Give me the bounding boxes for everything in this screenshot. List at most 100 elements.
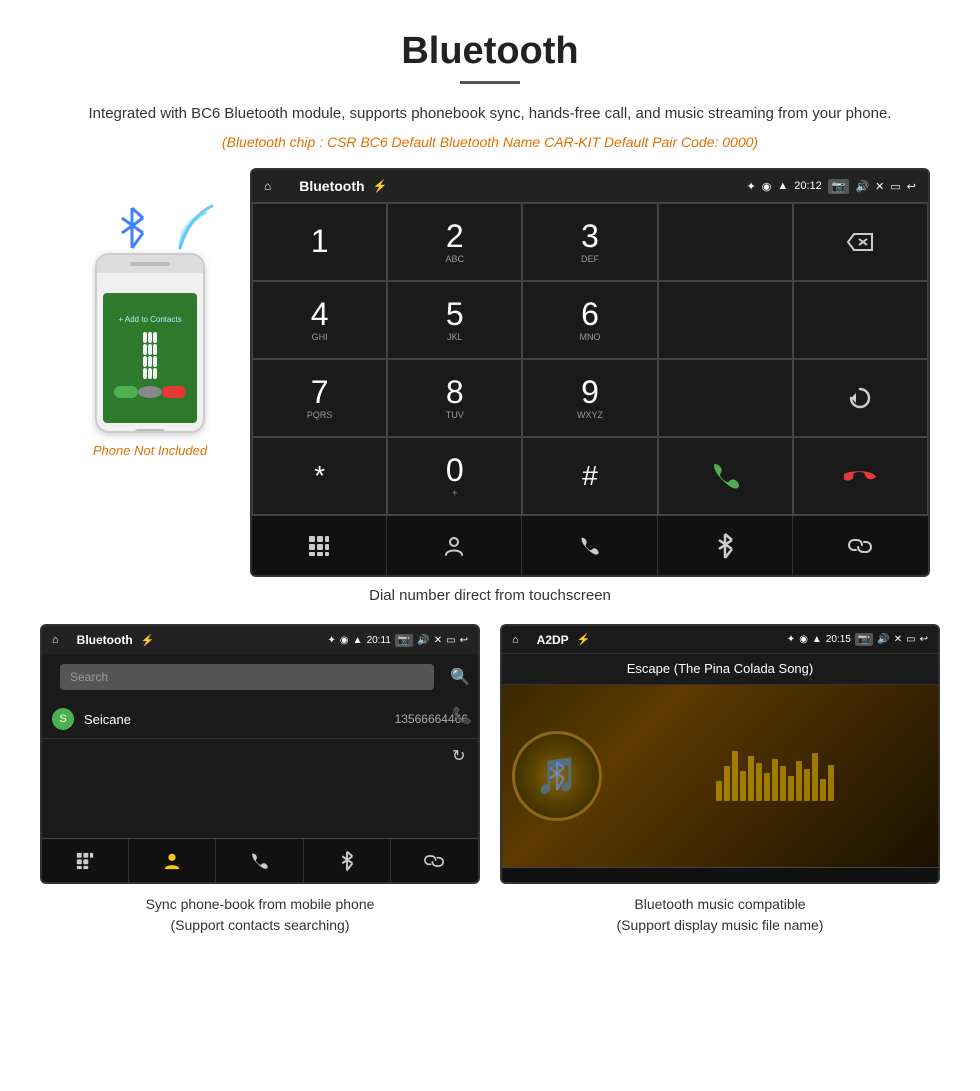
description: Integrated with BC6 Bluetooth module, su…	[0, 102, 980, 126]
refresh-icon	[846, 384, 874, 412]
key-backspace[interactable]	[793, 203, 928, 281]
grid-icon	[308, 535, 330, 557]
music-frame: ⌂ A2DP ⚡ ✦ ◉ ▲ 20:15 📷 🔊 ✕ ▭ ↩ E	[500, 624, 940, 884]
bluetooth-icon-large	[115, 203, 150, 253]
statusbar-left: ⌂ Bluetooth ⚡	[264, 178, 388, 194]
key-8[interactable]: 8TUV	[387, 359, 522, 437]
specs-line: (Bluetooth chip : CSR BC6 Default Blueto…	[0, 134, 980, 150]
key-4[interactable]: 4GHI	[252, 281, 387, 359]
key-empty-2	[658, 281, 793, 359]
pb-toolbar-phone[interactable]	[216, 839, 303, 882]
add-contacts-label: + Add to Contacts	[118, 315, 181, 324]
music-home-icon: ⌂	[512, 634, 519, 646]
pb-toolbar-grid[interactable]	[42, 839, 129, 882]
bluetooth-toolbar-icon	[716, 533, 734, 559]
person-icon	[443, 535, 465, 557]
pb-grid-icon	[76, 852, 94, 870]
link-icon	[848, 534, 872, 558]
phone-key-1: 1	[143, 332, 147, 343]
dialpad-statusbar: ⌂ Bluetooth ⚡ ✦ ◉ ▲ 20:12 📷 🔊 ✕ ▭ ↩	[252, 170, 928, 202]
key-empty-4	[658, 359, 793, 437]
toolbar-link-btn[interactable]	[793, 516, 928, 575]
pb-search-icon[interactable]: 🔍	[450, 667, 470, 687]
music-caption-text: Bluetooth music compatible(Support displ…	[617, 896, 824, 933]
phone-key-2: 2	[148, 332, 152, 343]
play-pause-button[interactable]: ⏯	[712, 879, 728, 884]
pb-search-placeholder: Search	[70, 670, 108, 684]
pb-win-icon: ▭	[446, 635, 455, 646]
pb-loc-icon: ◉	[340, 635, 349, 646]
pb-avatar: S	[52, 708, 74, 730]
music-screenshot-item: ⌂ A2DP ⚡ ✦ ◉ ▲ 20:15 📷 🔊 ✕ ▭ ↩ E	[500, 624, 940, 936]
pb-phone-icon	[249, 851, 269, 871]
phone-key-6: 6	[153, 344, 157, 355]
music-title: A2DP	[537, 633, 569, 647]
main-section: + Add to Contacts 1 2 3 4 5 6 7 8 9 * 0 …	[0, 168, 980, 577]
pb-title: Bluetooth	[77, 633, 133, 647]
phonebook-inner: ⌂ Bluetooth ⚡ ✦ ◉ ▲ 20:11 📷 🔊 ✕ ▭ ↩	[42, 626, 478, 882]
pb-sig-icon: ▲	[353, 635, 363, 646]
bt-status-icon: ✦	[747, 180, 756, 193]
key-call-green[interactable]	[658, 437, 793, 515]
music-time: 20:15	[826, 634, 851, 645]
key-star[interactable]: *	[252, 437, 387, 515]
toolbar-grid-btn[interactable]	[252, 516, 387, 575]
key-hash[interactable]: #	[522, 437, 657, 515]
pb-toolbar-bt[interactable]	[304, 839, 391, 882]
equalizer	[622, 751, 928, 801]
window-icon: ▭	[890, 180, 900, 193]
phone-area: + Add to Contacts 1 2 3 4 5 6 7 8 9 * 0 …	[50, 168, 250, 458]
phone-device: + Add to Contacts 1 2 3 4 5 6 7 8 9 * 0 …	[95, 253, 205, 433]
key-refresh[interactable]	[793, 359, 928, 437]
key-1[interactable]: 1	[252, 203, 387, 281]
music-usb-icon: ⚡	[577, 633, 591, 646]
dialpad-time: 20:12	[794, 180, 822, 192]
signal-icon: ▲	[777, 180, 788, 192]
pb-person-icon	[162, 851, 182, 871]
pb-refresh-icon-right[interactable]: ↻	[452, 746, 472, 766]
music-album-art: 🎵	[512, 731, 602, 821]
location-icon: ◉	[762, 180, 772, 193]
key-empty-3	[793, 281, 928, 359]
phone-call-button	[114, 386, 138, 398]
music-vol-icon: 🔊	[877, 634, 889, 645]
bottom-screenshots: ⌂ Bluetooth ⚡ ✦ ◉ ▲ 20:11 📷 🔊 ✕ ▭ ↩	[0, 624, 980, 936]
phone-key-5: 5	[148, 344, 152, 355]
pb-contact-row[interactable]: S Seicane 13566664466	[42, 700, 478, 739]
key-9[interactable]: 9WXYZ	[522, 359, 657, 437]
bt-overlay-icon	[546, 761, 568, 791]
key-0[interactable]: 0+	[387, 437, 522, 515]
phone-not-included-label: Phone Not Included	[93, 443, 207, 458]
dialpad-screen: ⌂ Bluetooth ⚡ ✦ ◉ ▲ 20:12 📷 🔊 ✕ ▭ ↩ 1	[250, 168, 930, 577]
music-statusbar: ⌂ A2DP ⚡ ✦ ◉ ▲ 20:15 📷 🔊 ✕ ▭ ↩	[502, 626, 938, 654]
key-2[interactable]: 2ABC	[387, 203, 522, 281]
back-icon: ↩	[907, 180, 916, 193]
toolbar-bluetooth-btn[interactable]	[658, 516, 793, 575]
key-5[interactable]: 5JKL	[387, 281, 522, 359]
pb-search-bar[interactable]: Search	[60, 664, 434, 690]
phone-key-4: 4	[143, 344, 147, 355]
pb-call-icon-right[interactable]: 📞	[452, 706, 472, 726]
dialpad-toolbar	[252, 515, 928, 575]
toolbar-person-btn[interactable]	[387, 516, 522, 575]
phonebook-caption: Sync phone-book from mobile phone(Suppor…	[146, 894, 375, 936]
key-call-red[interactable]	[793, 437, 928, 515]
next-button[interactable]: ⏭	[856, 879, 874, 884]
prev-button[interactable]: ⏮	[566, 879, 584, 884]
pb-bluetooth-icon	[340, 850, 354, 872]
pb-toolbar-link[interactable]	[391, 839, 478, 882]
pb-contact-name: Seicane	[84, 712, 395, 727]
usb-icon: ⚡	[373, 179, 388, 193]
key-7[interactable]: 7PQRS	[252, 359, 387, 437]
pb-bt-icon: ✦	[328, 635, 336, 646]
pb-cam-icon: 📷	[395, 634, 413, 647]
music-win-icon: ▭	[906, 634, 915, 645]
key-6[interactable]: 6MNO	[522, 281, 657, 359]
phonebook-caption-text: Sync phone-book from mobile phone(Suppor…	[146, 896, 375, 933]
key-3[interactable]: 3DEF	[522, 203, 657, 281]
phone-key-9: 9	[153, 356, 157, 367]
toolbar-phone-btn[interactable]	[522, 516, 657, 575]
pb-toolbar-person[interactable]	[129, 839, 216, 882]
music-caption: Bluetooth music compatible(Support displ…	[617, 894, 824, 936]
eq-bars	[622, 751, 928, 801]
